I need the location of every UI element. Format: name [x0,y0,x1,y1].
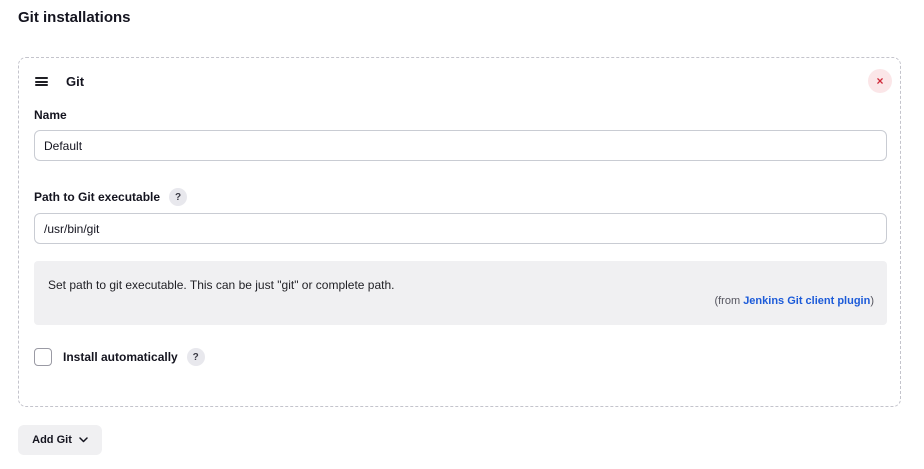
path-label: Path to Git executable ? [34,188,188,206]
help-source-prefix: (from [714,295,744,307]
name-label-text: Name [34,108,67,122]
close-icon: × [876,74,884,88]
path-help-text: Set path to git executable. This can be … [48,278,395,292]
section-title: Git installations [18,9,131,26]
name-input[interactable] [34,130,887,161]
git-installations-page: Git installations Git × Name Path to Git… [0,0,924,469]
install-automatically-checkbox[interactable] [34,348,52,366]
path-help-icon[interactable]: ? [169,188,188,206]
path-help-panel: Set path to git executable. This can be … [34,261,887,325]
help-source-suffix: ) [870,295,874,307]
drag-handle-icon[interactable] [35,77,48,86]
add-git-label: Add Git [32,434,72,446]
chevron-down-icon [79,437,88,443]
jenkins-git-client-plugin-link[interactable]: Jenkins Git client plugin [743,295,870,307]
help-source: (from Jenkins Git client plugin) [714,295,874,307]
installation-title: Git [66,74,85,89]
path-label-text: Path to Git executable [34,190,161,204]
install-automatically-help-icon[interactable]: ? [186,348,205,366]
install-automatically-label[interactable]: Install automatically [63,350,178,364]
path-input[interactable] [34,213,887,244]
delete-installation-button[interactable]: × [868,69,892,93]
add-git-button[interactable]: Add Git [18,425,102,455]
install-automatically-row: Install automatically ? [34,348,205,366]
git-installation-block: Git × Name Path to Git executable ? Set … [18,57,901,407]
name-label: Name [34,108,67,122]
